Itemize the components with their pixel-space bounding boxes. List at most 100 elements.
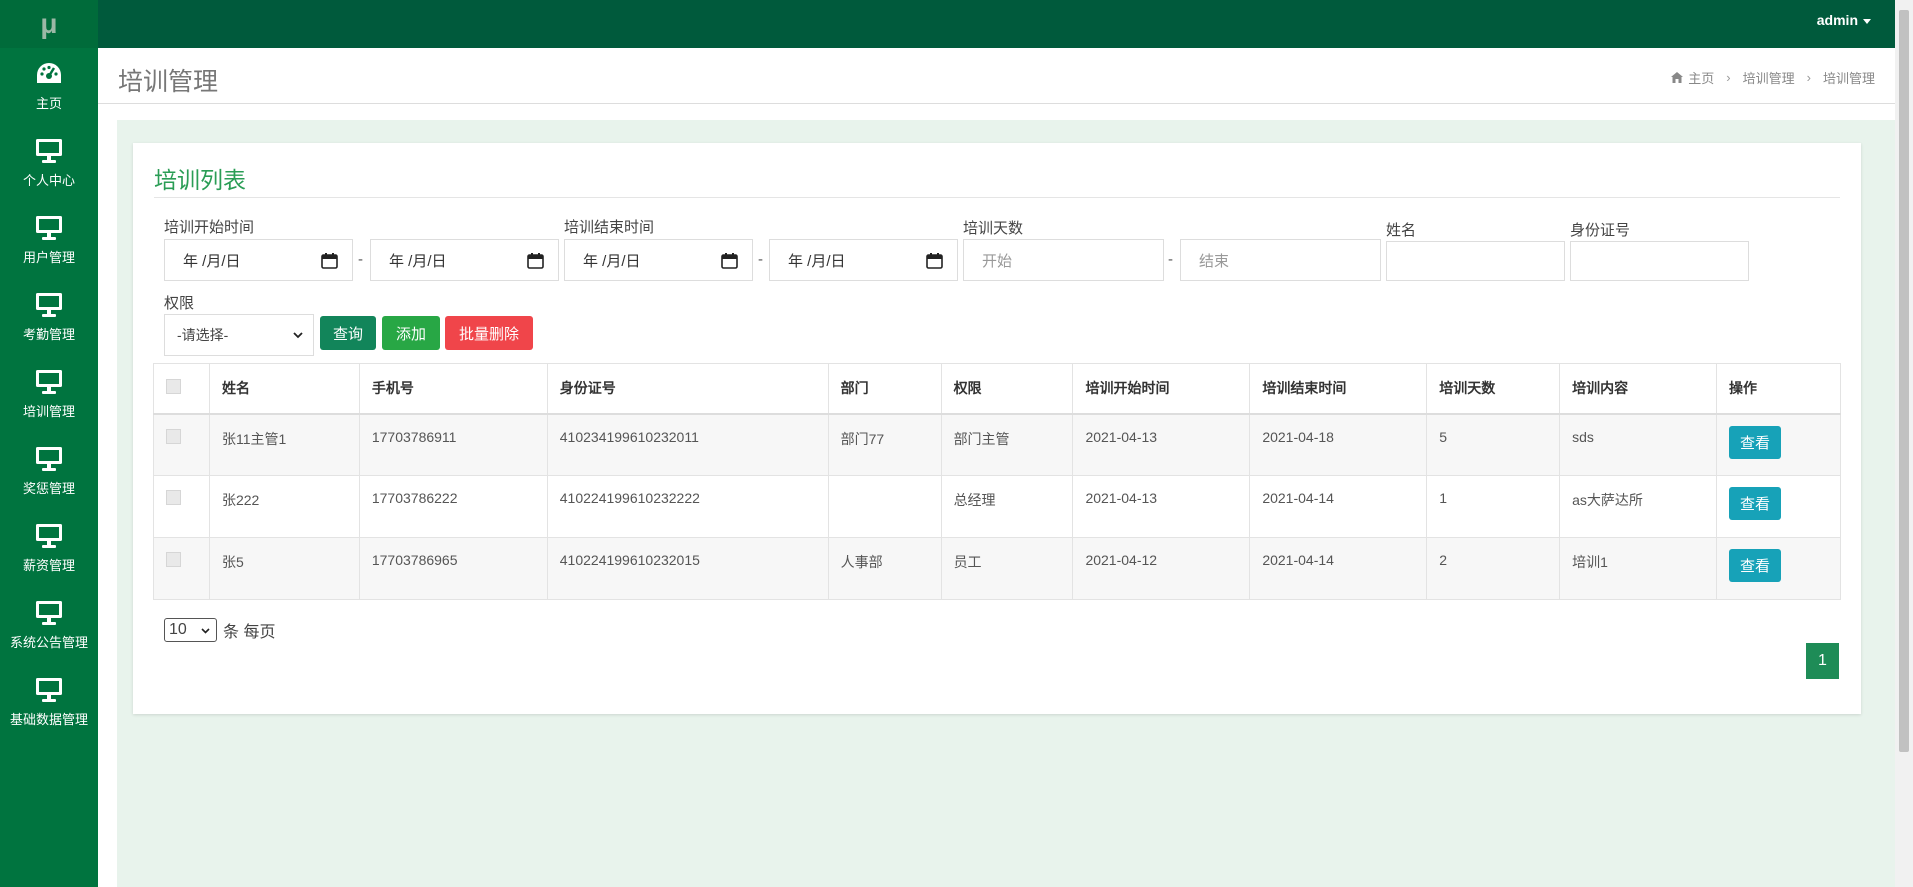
sidebar-item[interactable]: 考勤管理	[0, 279, 98, 356]
table-cell: 2021-04-12	[1072, 537, 1251, 600]
column-header[interactable]: 培训开始时间	[1072, 363, 1251, 415]
table-cell: sds	[1559, 413, 1717, 476]
sidebar-item[interactable]: 用户管理	[0, 202, 98, 279]
scrollbar-thumb[interactable]	[1899, 10, 1909, 752]
batch-delete-button[interactable]: 批量删除	[445, 316, 533, 350]
start-date-to-input[interactable]: 年 /月/日	[370, 239, 559, 281]
range-dash: -	[358, 251, 363, 268]
per-page-value: 10	[169, 621, 187, 638]
select-all-checkbox[interactable]	[166, 379, 181, 395]
action-cell: 查看	[1715, 413, 1842, 476]
end-date-from-input[interactable]: 年 /月/日	[564, 239, 753, 281]
table-cell: 5	[1426, 413, 1561, 476]
monitor-icon	[36, 293, 62, 317]
table-cell: 人事部	[827, 537, 942, 600]
table-cell: 1	[1426, 475, 1561, 538]
view-button[interactable]: 查看	[1728, 425, 1781, 459]
monitor-icon	[36, 678, 62, 702]
table-row: 张11主管1 17703786911 410234199610232011 部门77 部…	[153, 413, 1842, 476]
column-header[interactable]: 培训结束时间	[1249, 363, 1428, 415]
table-cell: 17703786911	[358, 413, 548, 476]
column-header[interactable]: 姓名	[208, 363, 360, 415]
row-checkbox[interactable]	[166, 552, 181, 567]
table-cell: 培训1	[1559, 537, 1717, 600]
row-checkbox[interactable]	[166, 490, 181, 505]
page-button-current[interactable]: 1	[1806, 643, 1839, 679]
start-date-from-input[interactable]: 年 /月/日	[164, 239, 353, 281]
table-cell: 部门77	[827, 413, 942, 476]
days-start-input[interactable]: 开始	[963, 239, 1164, 281]
add-button[interactable]: 添加	[382, 316, 440, 350]
sidebar-item-label: 用户管理	[22, 250, 75, 265]
breadcrumb-home[interactable]: 主页	[1688, 68, 1714, 87]
logo: μ	[0, 0, 98, 48]
sidebar-item-label: 个人中心	[22, 173, 75, 188]
view-button[interactable]: 查看	[1728, 549, 1781, 582]
sidebar-item-label: 主页	[35, 96, 62, 111]
monitor-icon	[36, 370, 62, 394]
sidebar-item-label: 考勤管理	[22, 327, 75, 342]
chevron-down-icon	[201, 628, 210, 634]
sidebar-item[interactable]: 个人中心	[0, 125, 98, 202]
breadcrumb-separator: ›	[1726, 70, 1731, 85]
sidebar-item[interactable]: 系统公告管理	[0, 587, 98, 664]
start-time-label: 培训开始时间	[164, 219, 255, 236]
sidebar-item[interactable]: 奖惩管理	[0, 433, 98, 510]
table-cell: 总经理	[940, 475, 1074, 538]
card-title: 培训列表	[154, 167, 246, 193]
date-placeholder: 年 /月/日	[788, 252, 846, 270]
sidebar-item[interactable]: 薪资管理	[0, 510, 98, 587]
sidebar-item-label: 系统公告管理	[9, 635, 88, 650]
column-header[interactable]: 手机号	[358, 363, 548, 415]
table-cell: 张5	[208, 537, 360, 600]
column-header[interactable]: 培训天数	[1426, 363, 1561, 415]
calendar-icon	[721, 253, 738, 269]
calendar-icon	[926, 253, 943, 269]
sidebar-item-label: 培训管理	[22, 404, 75, 419]
end-date-to-input[interactable]: 年 /月/日	[769, 239, 958, 281]
row-checkbox[interactable]	[166, 428, 181, 444]
row-select-cell	[153, 413, 210, 476]
days-end-input[interactable]: 结束	[1180, 239, 1381, 281]
user-menu[interactable]: admin	[1817, 12, 1871, 28]
table-row: 张5 17703786965 410224199610232015 人事部 员工 2021…	[153, 537, 1842, 600]
monitor-icon	[36, 601, 62, 625]
select-all-cell	[153, 363, 210, 415]
row-select-cell	[153, 475, 210, 538]
role-select[interactable]: -请选择-	[164, 314, 314, 356]
sidebar-item[interactable]: 培训管理	[0, 356, 98, 433]
name-label: 姓名	[1386, 222, 1417, 239]
column-header[interactable]: 培训内容	[1559, 363, 1717, 415]
dashboard-icon	[37, 63, 61, 83]
divider	[154, 197, 1840, 198]
sidebar-item-label: 奖惩管理	[22, 481, 75, 496]
per-page-suffix: 条 每页	[223, 624, 276, 641]
id-number-input[interactable]	[1570, 241, 1749, 281]
name-input[interactable]	[1386, 241, 1565, 281]
range-dash: -	[1168, 251, 1173, 268]
breadcrumb: 主页 › 培训管理 › 培训管理	[1671, 68, 1875, 87]
page-title: 培训管理	[118, 68, 219, 96]
table-cell: 17703786222	[358, 475, 548, 538]
table-cell	[827, 475, 942, 538]
sidebar-item[interactable]: 基础数据管理	[0, 664, 98, 741]
breadcrumb-item[interactable]: 培训管理	[1743, 68, 1795, 87]
view-button[interactable]: 查看	[1728, 487, 1781, 520]
sidebar: μ 主页个人中心用户管理考勤管理培训管理奖惩管理薪资管理系统公告管理基础数据管理	[0, 0, 98, 887]
per-page-select[interactable]: 10	[164, 618, 217, 642]
breadcrumb-separator: ›	[1806, 70, 1811, 85]
column-header[interactable]: 身份证号	[546, 363, 829, 415]
id-label: 身份证号	[1570, 222, 1631, 239]
scrollbar[interactable]	[1895, 0, 1913, 887]
sidebar-item[interactable]: 主页	[0, 48, 98, 125]
role-label: 权限	[164, 295, 195, 312]
home-icon	[1671, 72, 1684, 83]
row-select-cell	[153, 537, 210, 600]
table-cell: 2021-04-13	[1072, 475, 1251, 538]
table-cell: 2021-04-14	[1249, 537, 1428, 600]
table-cell: 2	[1426, 537, 1561, 600]
table-cell: as大萨达所	[1559, 475, 1717, 538]
query-button[interactable]: 查询	[320, 316, 376, 350]
column-header[interactable]: 权限	[940, 363, 1074, 415]
column-header[interactable]: 部门	[827, 363, 942, 415]
